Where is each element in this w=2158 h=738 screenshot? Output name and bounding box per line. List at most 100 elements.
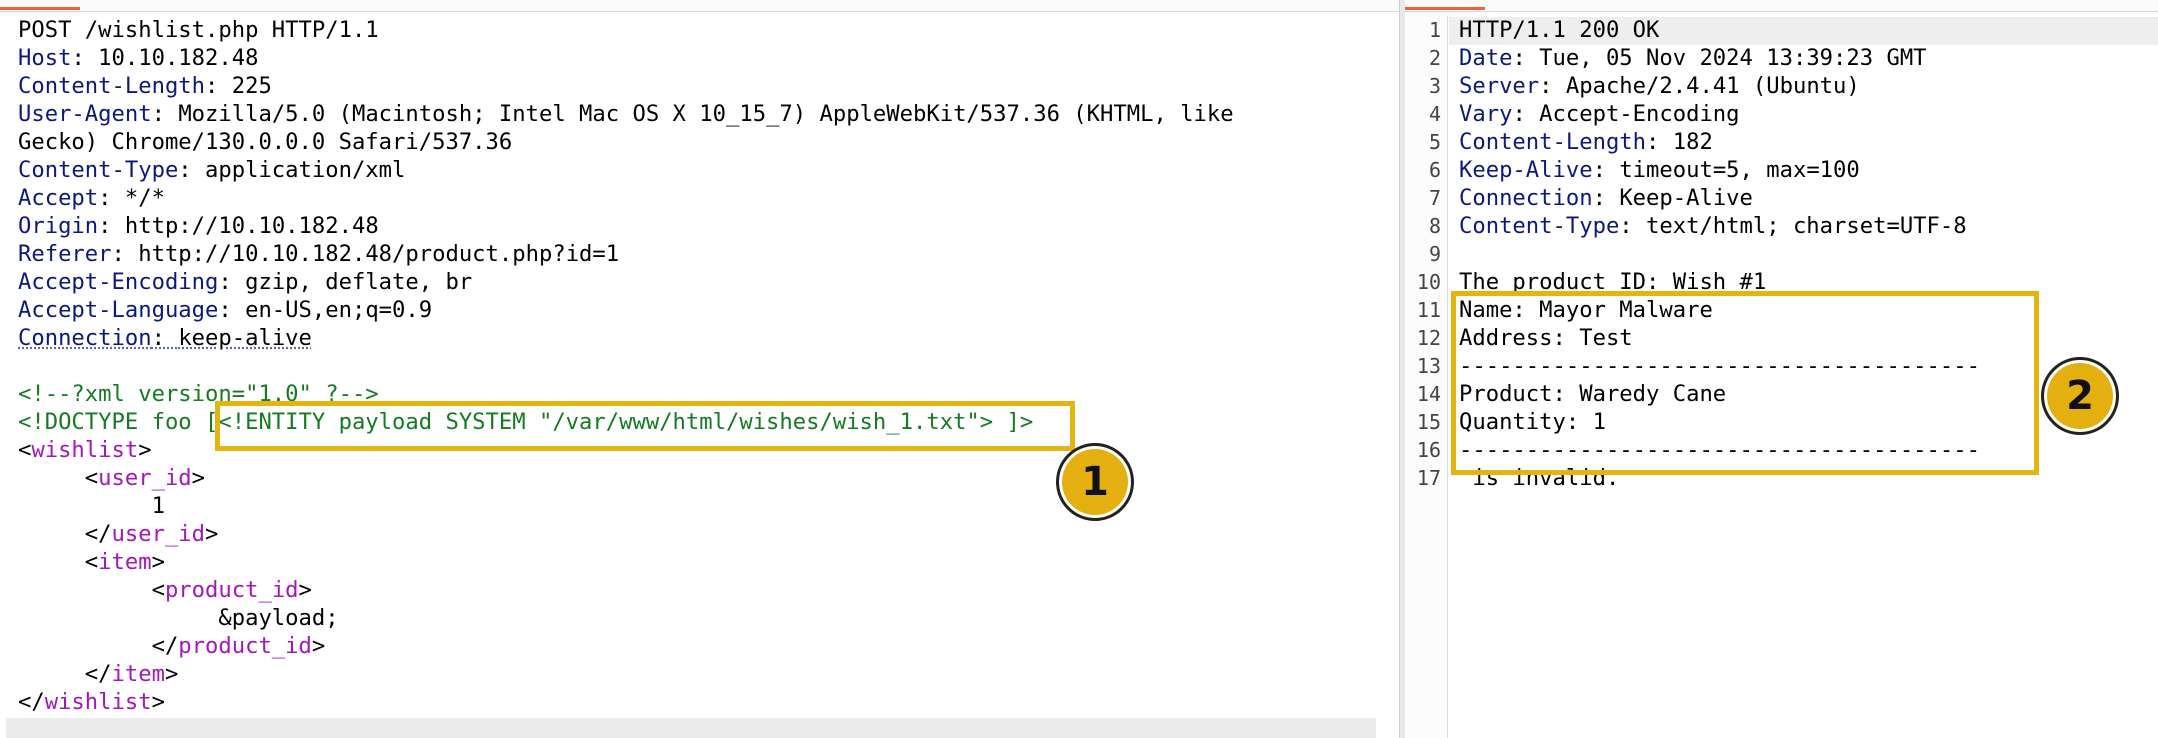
header-value: Tue, 05 Nov 2024 13:39:23 GMT — [1539, 45, 1927, 71]
doctype-start: <!DOCTYPE foo — [18, 409, 206, 435]
header-name: Connection — [1459, 185, 1593, 211]
header-value: Apache/2.4.41 (Ubuntu) — [1565, 73, 1860, 99]
response-pane-header — [1405, 0, 2158, 12]
xml-user-id-close: </user_id> — [18, 521, 219, 547]
header-name: Server — [1459, 73, 1540, 99]
request-header-user-agent-wrap: Gecko) Chrome/130.0.0.0 Safari/537.36 — [18, 128, 1234, 156]
header-name: Keep-Alive — [1459, 157, 1593, 183]
line-number: 3 — [1428, 74, 1441, 98]
line-number: 14 — [1416, 382, 1441, 406]
header-value: gzip, deflate, br — [245, 269, 473, 295]
header-value: en-US,en;q=0.9 — [245, 297, 433, 323]
line-number: 4 — [1428, 102, 1441, 126]
header-name: Date — [1459, 45, 1513, 71]
exfiltrated-data-highlight-box — [1451, 291, 2039, 475]
xml-product-id-value: &payload; — [18, 604, 1234, 632]
xml-tag-name: wishlist — [44, 689, 152, 715]
header-name: Content-Type — [1459, 213, 1620, 239]
header-value: 225 — [231, 73, 272, 99]
request-header-user-agent: User-Agent: Mozilla/5.0 (Macintosh; Inte… — [18, 101, 1234, 127]
line-number: 5 — [1428, 130, 1441, 154]
xml-tag-name: item — [98, 549, 152, 575]
line-number: 11 — [1416, 298, 1441, 322]
xml-product-id-close: </product_id> — [18, 633, 326, 659]
response-tab-accent — [1405, 7, 1485, 10]
header-name: Accept — [18, 185, 99, 211]
header-name: Referer — [18, 241, 112, 267]
response-header-vary: Vary: Accept-Encoding — [1459, 101, 1740, 127]
response-body-line — [1459, 240, 1980, 268]
line-number: 16 — [1416, 438, 1441, 462]
line-number: 8 — [1428, 214, 1441, 238]
header-value: timeout=5, max=100 — [1619, 157, 1860, 183]
response-header-keep-alive: Keep-Alive: timeout=5, max=100 — [1459, 157, 1860, 183]
header-value: Accept-Encoding — [1539, 101, 1740, 127]
request-line: POST /wishlist.php HTTP/1.1 — [18, 17, 379, 43]
header-name: Origin — [18, 213, 99, 239]
request-header-content-length: Content-Length: 225 — [18, 73, 272, 99]
user-id-value: 1 — [151, 493, 165, 519]
xml-tag-name: item — [111, 661, 165, 687]
header-value: application/xml — [205, 157, 406, 183]
response-header-date: Date: Tue, 05 Nov 2024 13:39:23 GMT — [1459, 45, 1927, 71]
xml-wishlist-close: </wishlist> — [18, 689, 165, 715]
xml-tag-name: user_id — [111, 521, 206, 547]
header-value: 182 — [1672, 129, 1713, 155]
response-status-line: HTTP/1.1 200 OK — [1459, 17, 1660, 43]
response-header-connection: Connection: Keep-Alive — [1459, 185, 1753, 211]
annotation-badge-1: 1 — [1056, 443, 1134, 521]
response-header-content-type: Content-Type: text/html; charset=UTF-8 — [1459, 213, 1967, 239]
header-name: Accept-Language — [18, 297, 219, 323]
header-value: Mozilla/5.0 (Macintosh; Intel Mac OS X 1… — [178, 101, 1234, 127]
line-number: 1 — [1428, 18, 1441, 42]
line-number: 13 — [1416, 354, 1441, 378]
line-number: 9 — [1428, 242, 1441, 266]
request-pane-header — [0, 0, 1401, 12]
xml-tag-name: product_id — [178, 633, 312, 659]
request-header-referer: Referer: http://10.10.182.48/product.php… — [18, 241, 620, 267]
header-name: Content-Type — [18, 157, 179, 183]
header-value: Keep-Alive — [1619, 185, 1753, 211]
line-number: 17 — [1416, 466, 1441, 490]
request-editor[interactable]: POST /wishlist.php HTTP/1.1 Host: 10.10.… — [18, 16, 1234, 716]
header-name: Accept-Encoding — [18, 269, 219, 295]
line-number: 6 — [1428, 158, 1441, 182]
xml-tag-name: product_id — [164, 577, 299, 603]
response-header-content-length: Content-Length: 182 — [1459, 129, 1713, 155]
xml-item-close: </item> — [18, 661, 179, 687]
request-horizontal-scrollbar[interactable] — [6, 718, 1376, 738]
line-number: 7 — [1428, 186, 1441, 210]
header-name: Vary — [1459, 101, 1513, 127]
request-header-content-type: Content-Type: application/xml — [18, 157, 406, 183]
xml-tag-name: user_id — [98, 465, 192, 491]
xml-product-id-open: <product_id> — [18, 577, 312, 603]
header-name: Connection — [18, 325, 152, 351]
request-header-origin: Origin: http://10.10.182.48 — [18, 213, 379, 239]
annotation-badge-2: 2 — [2041, 357, 2119, 435]
request-header-accept-language: Accept-Language: en-US,en;q=0.9 — [18, 297, 433, 323]
header-value: Gecko) Chrome/130.0.0.0 Safari/537.36 — [18, 129, 513, 155]
header-name: User-Agent — [18, 101, 152, 127]
request-editor-pane[interactable]: POST /wishlist.php HTTP/1.1 Host: 10.10.… — [0, 0, 1401, 738]
header-value: text/html; charset=UTF-8 — [1646, 213, 1967, 239]
line-number-gutter: 1 2 3 4 5 6 7 8 9 10 11 12 13 14 15 16 1… — [1405, 16, 1448, 738]
header-name: Host — [18, 45, 72, 71]
request-header-connection: Connection: keep-alive — [18, 325, 312, 351]
response-header-server: Server: Apache/2.4.41 (Ubuntu) — [1459, 73, 1860, 99]
header-value: 10.10.182.48 — [98, 45, 259, 71]
xml-user-id-open: <user_id> — [18, 465, 206, 491]
line-number: 15 — [1416, 410, 1441, 434]
product-id-value: &payload; — [218, 605, 339, 631]
request-header-accept: Accept: */* — [18, 185, 165, 211]
header-value: keep-alive — [178, 325, 312, 351]
xml-user-id-value: 1 — [18, 492, 1234, 520]
header-name: Content-Length — [1459, 129, 1647, 155]
line-number: 12 — [1416, 326, 1441, 350]
header-value: http://10.10.182.48/product.php?id=1 — [138, 241, 620, 267]
xml-tag-name: wishlist — [31, 437, 139, 463]
line-number: 10 — [1416, 270, 1441, 294]
line-number: 2 — [1428, 46, 1441, 70]
payload-highlight-box — [215, 401, 1075, 451]
header-value: */* — [124, 185, 165, 211]
